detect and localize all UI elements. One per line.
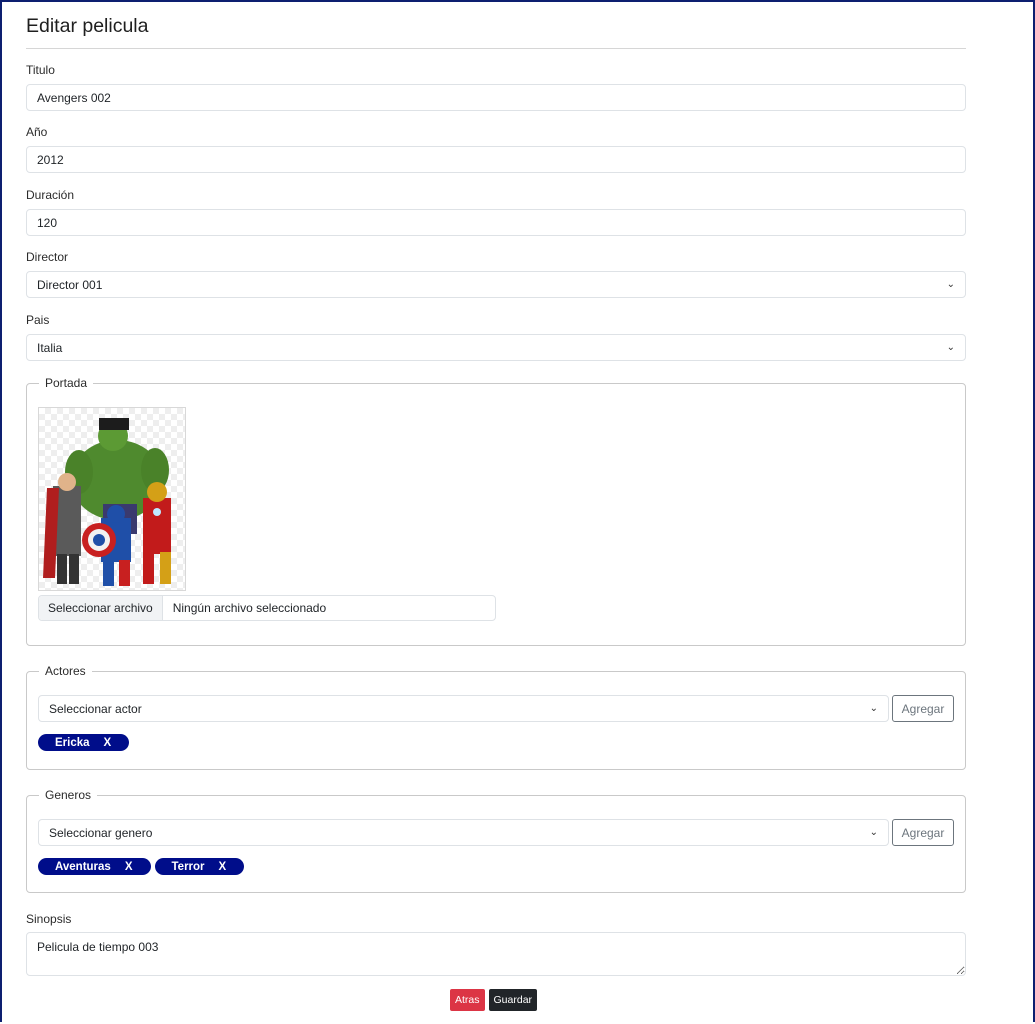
pais-label: Pais — [26, 313, 50, 327]
director-select[interactable]: Director 001 ⌄ — [26, 271, 966, 298]
cover-file-input[interactable]: Seleccionar archivo Ningún archivo selec… — [38, 595, 496, 621]
add-genre-button[interactable]: Agregar — [892, 819, 954, 846]
chevron-down-icon: ⌄ — [869, 827, 878, 838]
chip-label: Ericka — [55, 736, 90, 749]
avengers-cover-illustration — [43, 418, 171, 586]
select-file-button[interactable]: Seleccionar archivo — [39, 596, 163, 620]
anio-input[interactable]: 2012 — [26, 146, 966, 173]
titulo-input[interactable]: Avengers 002 — [26, 84, 966, 111]
titulo-label: Titulo — [26, 63, 55, 77]
form-actions: Atras Guardar — [450, 989, 538, 1011]
file-status-text: Ningún archivo seleccionado — [172, 601, 327, 615]
actor-chip: Ericka X — [38, 734, 130, 751]
genre-chip: Aventuras X — [38, 858, 151, 875]
generos-legend: Generos — [39, 788, 98, 802]
director-value: Director 001 — [37, 277, 103, 292]
page-title: Editar pelicula — [26, 0, 966, 49]
add-actor-button[interactable]: Agregar — [892, 695, 954, 722]
genre-chip: Terror X — [154, 858, 245, 875]
genre-select[interactable]: Seleccionar genero ⌄ — [38, 819, 889, 846]
sinopsis-label: Sinopsis — [26, 912, 72, 926]
portada-fieldset: Portada Seleccionar archivo Ningún archi… — [26, 376, 966, 646]
remove-chip-button[interactable]: X — [219, 861, 227, 873]
duracion-value: 120 — [37, 215, 58, 230]
generos-fieldset: Generos Seleccionar genero ⌄ Agregar Ave… — [26, 788, 966, 893]
anio-value: 2012 — [37, 152, 64, 167]
cover-image — [38, 407, 186, 591]
back-button[interactable]: Atras — [450, 989, 485, 1011]
genre-select-value: Seleccionar genero — [49, 825, 153, 840]
chevron-down-icon: ⌄ — [946, 342, 955, 353]
chevron-down-icon: ⌄ — [946, 279, 955, 290]
save-button[interactable]: Guardar — [488, 989, 538, 1011]
chevron-down-icon: ⌄ — [869, 703, 878, 714]
duracion-label: Duración — [26, 188, 75, 202]
remove-chip-button[interactable]: X — [104, 737, 112, 749]
actor-select-value: Seleccionar actor — [49, 701, 142, 716]
portada-legend: Portada — [39, 376, 94, 390]
edit-movie-form: Editar pelicula Titulo Avengers 002 Año … — [26, 0, 966, 976]
actor-select[interactable]: Seleccionar actor ⌄ — [38, 695, 889, 722]
pais-select[interactable]: Italia ⌄ — [26, 334, 966, 361]
titulo-value: Avengers 002 — [37, 90, 111, 105]
actores-legend: Actores — [39, 664, 92, 678]
remove-chip-button[interactable]: X — [125, 861, 133, 873]
actores-fieldset: Actores Seleccionar actor ⌄ Agregar Eric… — [26, 664, 966, 770]
director-label: Director — [26, 250, 69, 264]
sinopsis-textarea[interactable]: Pelicula de tiempo 003 — [26, 932, 966, 976]
pais-value: Italia — [37, 340, 63, 355]
chip-label: Aventuras — [55, 860, 111, 873]
anio-label: Año — [26, 125, 48, 139]
duracion-input[interactable]: 120 — [26, 209, 966, 236]
chip-label: Terror — [171, 860, 205, 873]
